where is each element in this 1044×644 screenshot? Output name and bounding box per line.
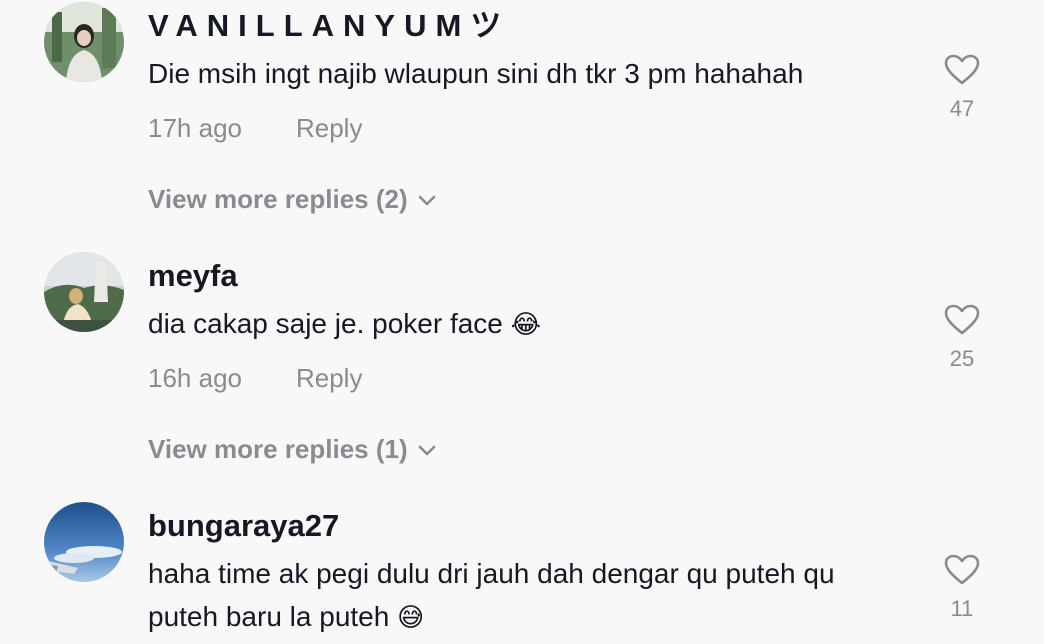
reply-button[interactable]: Reply [296, 113, 362, 143]
comment-meta: 16h ago Reply [148, 363, 362, 393]
heart-outline-icon [944, 304, 980, 335]
view-more-label: View more replies (1) [148, 434, 408, 464]
chevron-down-icon [418, 445, 435, 456]
timestamp: 17h ago [148, 113, 242, 143]
username[interactable]: meyfa [148, 258, 238, 294]
view-more-replies-button[interactable]: View more replies (1) [148, 434, 436, 464]
view-more-label: View more replies (2) [148, 184, 408, 214]
view-more-replies-button[interactable]: View more replies (2) [148, 184, 436, 214]
username[interactable]: bungaraya27 [148, 508, 339, 544]
timestamp: 16h ago [148, 363, 242, 393]
emoji: 😂 [510, 309, 542, 339]
avatar[interactable] [44, 2, 124, 82]
like-count: 47 [949, 96, 975, 121]
like-button[interactable]: 11 [940, 554, 984, 622]
comment-text: dia cakap saje je. poker face 😂 [148, 302, 908, 346]
avatar-image [44, 252, 124, 332]
heart-outline-icon [944, 54, 980, 85]
like-count: 25 [949, 346, 975, 371]
comment-text: haha time ak pegi dulu dri jauh dah deng… [148, 552, 908, 639]
like-count: 11 [950, 596, 974, 621]
comment-meta: 17h ago Reply [148, 113, 362, 143]
like-button[interactable]: 25 [940, 304, 984, 372]
comment-text-body: haha time ak pegi dulu dri jauh dah deng… [148, 558, 835, 632]
like-button[interactable]: 47 [940, 54, 984, 122]
heart-outline-icon [944, 554, 980, 585]
reply-button[interactable]: Reply [296, 363, 362, 393]
avatar[interactable] [44, 252, 124, 332]
comment-text-body: dia cakap saje je. poker face [148, 308, 503, 339]
avatar[interactable] [44, 502, 124, 582]
chevron-down-icon [418, 195, 435, 206]
emoji: 😅 [397, 602, 425, 632]
comment-text: Die msih ingt najib wlaupun sini dh tkr … [148, 58, 804, 89]
username[interactable]: VANILLANYUMツ [148, 8, 510, 44]
avatar-image [44, 502, 124, 582]
avatar-image [44, 2, 124, 82]
